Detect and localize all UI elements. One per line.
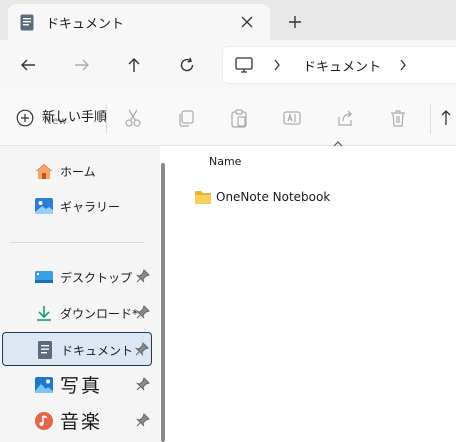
pin-icon[interactable]: [136, 413, 150, 427]
sidebar-item-gallery[interactable]: ギャラリー: [2, 189, 152, 223]
arrow-left-icon[interactable]: [16, 53, 40, 77]
sidebar-item-label: ギャラリー: [60, 200, 121, 214]
download-icon: [37, 306, 51, 321]
pin-icon[interactable]: [135, 342, 149, 356]
plus-icon[interactable]: [284, 11, 306, 33]
list-item[interactable]: OneNote Notebook: [194, 186, 330, 208]
desktop-icon: [35, 271, 53, 283]
plus-circle-icon: [16, 109, 34, 127]
sidebar-item-label: ドキュメント: [61, 344, 134, 358]
sidebar-item-documents[interactable]: ドキュメント: [2, 332, 152, 366]
home-icon: [36, 164, 52, 179]
sidebar-item-desktop[interactable]: デスクトップ: [2, 260, 152, 294]
sidebar-item-label: 写真: [60, 375, 103, 397]
sidebar-item-label: ダウンロード*: [60, 307, 139, 321]
tab-strip: ドキュメント: [0, 0, 456, 40]
file-name: OneNote Notebook: [216, 190, 331, 204]
sort-icon[interactable]: [438, 106, 456, 130]
share-icon[interactable]: [333, 106, 357, 130]
navigation-pane: ホーム ギャラリー デスクトップ ダウンロード* ドキュメント 写真 音楽: [0, 146, 165, 442]
new-button[interactable]: New 新しい手順: [16, 106, 107, 130]
pin-icon[interactable]: [136, 377, 150, 391]
sidebar-item-label: デスクトップ: [60, 271, 133, 285]
gallery-icon: [35, 198, 53, 214]
cut-icon[interactable]: [121, 106, 145, 130]
chevron-right-icon[interactable]: [399, 57, 407, 73]
close-icon[interactable]: [236, 11, 258, 33]
address-bar[interactable]: ドキュメント: [222, 46, 456, 84]
divider: [430, 104, 431, 134]
sidebar-item-label: ホーム: [60, 165, 96, 179]
tab-documents[interactable]: ドキュメント: [8, 4, 270, 40]
tab-title: ドキュメント: [46, 17, 125, 32]
navigation-bar: ドキュメント: [0, 40, 456, 90]
arrow-right-icon[interactable]: [70, 53, 94, 77]
music-icon: [35, 412, 53, 430]
documents-icon: [20, 14, 34, 31]
new-label: 新しい手順: [42, 110, 108, 125]
sidebar-item-music[interactable]: 音楽: [2, 404, 152, 438]
divider: [106, 104, 107, 134]
chevron-up-icon: [333, 141, 343, 147]
breadcrumb-documents[interactable]: ドキュメント: [303, 56, 381, 75]
sidebar-item-home[interactable]: ホーム: [2, 154, 152, 188]
sidebar-item-pictures[interactable]: 写真: [2, 368, 152, 402]
pin-icon[interactable]: [136, 269, 150, 283]
pin-icon[interactable]: [136, 305, 150, 319]
copy-icon[interactable]: [174, 106, 198, 130]
sidebar-scrollbar[interactable]: [161, 163, 165, 442]
folder-icon: [195, 190, 211, 204]
file-list: Name OneNote Notebook: [170, 141, 456, 442]
sidebar-item-downloads[interactable]: ダウンロード*: [2, 296, 152, 330]
documents-icon: [38, 341, 52, 359]
command-bar: New 新しい手順: [0, 90, 456, 146]
column-header-name[interactable]: Name: [209, 155, 241, 168]
sidebar-item-label: 音楽: [60, 411, 103, 433]
divider: [10, 242, 144, 243]
rename-icon[interactable]: [280, 106, 304, 130]
chevron-right-icon[interactable]: [273, 57, 281, 73]
paste-icon[interactable]: [227, 106, 251, 130]
pictures-icon: [35, 377, 53, 393]
computer-icon: [235, 57, 253, 73]
arrow-up-icon[interactable]: [122, 53, 146, 77]
refresh-icon[interactable]: [175, 53, 199, 77]
delete-icon[interactable]: [386, 106, 410, 130]
